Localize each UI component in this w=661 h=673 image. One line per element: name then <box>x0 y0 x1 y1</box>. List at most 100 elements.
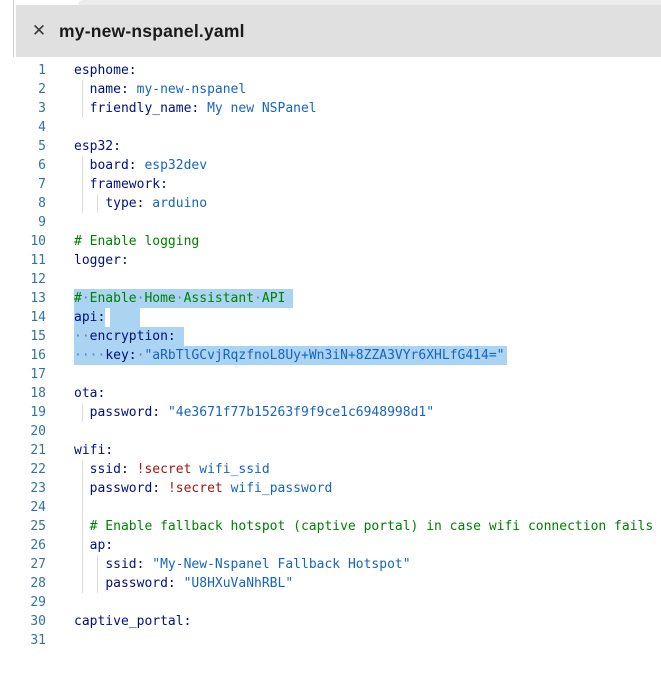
code-line[interactable]: 3 friendly_name: My new NSPanel <box>0 99 661 118</box>
token-k: esp32: <box>74 139 121 154</box>
token-p <box>74 538 90 553</box>
selection-extension <box>110 308 140 327</box>
token-k: encryption: <box>90 329 176 344</box>
code-text: logger: <box>74 251 129 270</box>
line-number: 22 <box>0 460 46 479</box>
code-lines-container: 1esphome:2 name: my-new-nspanel3 friendl… <box>0 61 661 650</box>
line-number: 24 <box>0 498 46 517</box>
token-c: API <box>262 291 285 306</box>
code-line[interactable]: 31 <box>0 631 661 650</box>
selection-extension <box>176 327 184 346</box>
token-p <box>74 82 90 97</box>
code-text: password: "4e3671f77b15263f9f9ce1c694899… <box>74 403 434 422</box>
token-w: · <box>82 291 90 306</box>
code-text: esp32: <box>74 137 121 156</box>
token-v: My new NSPanel <box>207 101 317 116</box>
token-r: !secret <box>137 462 192 477</box>
code-text-selected: ····key:·"aRbTlGCvjRqzfnoL8Uy+Wn3iN+8ZZA… <box>74 346 507 365</box>
line-number: 28 <box>0 574 46 593</box>
code-line[interactable]: 24 <box>0 498 661 517</box>
token-k: framework: <box>90 177 168 192</box>
line-number: 14 <box>0 308 46 327</box>
token-v: wifi_ssid <box>199 462 269 477</box>
token-v: arduino <box>152 196 207 211</box>
code-text: friendly_name: My new NSPanel <box>74 99 317 118</box>
token-w: ·· <box>74 329 90 344</box>
close-icon[interactable]: ✕ <box>26 21 52 41</box>
code-text: # Enable fallback hotspot (captive porta… <box>74 517 653 536</box>
token-p <box>74 557 105 572</box>
token-v: esp32dev <box>144 158 207 173</box>
code-line[interactable]: 28 password: "U8HXuVaNhRBL" <box>0 574 661 593</box>
line-number: 25 <box>0 517 46 536</box>
code-text: framework: <box>74 175 168 194</box>
line-number: 6 <box>0 156 46 175</box>
token-k: type: <box>105 196 144 211</box>
line-number: 20 <box>0 422 46 441</box>
line-number: 27 <box>0 555 46 574</box>
code-line[interactable]: 20 <box>0 422 661 441</box>
code-line[interactable]: 6 board: esp32dev <box>0 156 661 175</box>
token-w: · <box>254 291 262 306</box>
code-line[interactable]: 21 wifi: <box>0 441 661 460</box>
line-number: 9 <box>0 213 46 232</box>
code-text: type: arduino <box>74 194 207 213</box>
code-line[interactable]: 4 <box>0 118 661 137</box>
code-text-selected: ··encryption: <box>74 327 184 346</box>
code-line[interactable]: 29 <box>0 593 661 612</box>
token-v: wifi_password <box>231 481 333 496</box>
code-text: wifi: <box>74 441 113 460</box>
code-line[interactable]: 26 ap: <box>0 536 661 555</box>
token-p <box>160 405 168 420</box>
code-line[interactable]: 16····key:·"aRbTlGCvjRqzfnoL8Uy+Wn3iN+8Z… <box>0 346 661 365</box>
code-line[interactable]: 9 <box>0 213 661 232</box>
code-line[interactable]: 19 password: "4e3671f77b15263f9f9ce1c694… <box>0 403 661 422</box>
token-p <box>160 481 168 496</box>
token-k: key: <box>105 348 136 363</box>
token-c: # Enable fallback hotspot (captive porta… <box>90 519 654 534</box>
token-r: !secret <box>168 481 223 496</box>
code-line[interactable]: 11logger: <box>0 251 661 270</box>
code-line[interactable]: 8 type: arduino <box>0 194 661 213</box>
code-line[interactable]: 14 api: <box>0 308 661 327</box>
line-number: 18 <box>0 384 46 403</box>
selection-extension <box>285 289 293 308</box>
code-line[interactable]: 15 ··encryption: <box>0 327 661 346</box>
code-line[interactable]: 12 <box>0 270 661 289</box>
code-line[interactable]: 10# Enable logging <box>0 232 661 251</box>
code-line[interactable]: 2 name: my-new-nspanel <box>0 80 661 99</box>
token-w: · <box>176 291 184 306</box>
yaml-code-editor[interactable]: 1esphome:2 name: my-new-nspanel3 friendl… <box>0 57 661 673</box>
code-line[interactable]: 7 framework: <box>0 175 661 194</box>
token-c: Enable <box>90 291 137 306</box>
token-k: ap: <box>90 538 113 553</box>
code-line[interactable]: 18 ota: <box>0 384 661 403</box>
code-text: ap: <box>74 536 113 555</box>
code-line[interactable]: 27 ssid: "My-New-Nspanel Fallback Hotspo… <box>0 555 661 574</box>
line-number: 19 <box>0 403 46 422</box>
line-number: 29 <box>0 593 46 612</box>
code-text: name: my-new-nspanel <box>74 80 246 99</box>
token-k: ota: <box>74 386 105 401</box>
line-number: 21 <box>0 441 46 460</box>
selection-extension <box>504 346 507 365</box>
code-line[interactable]: 1esphome: <box>0 61 661 80</box>
token-p <box>129 82 137 97</box>
code-line[interactable]: 30captive_portal: <box>0 612 661 631</box>
token-p <box>74 196 105 211</box>
line-number: 15 <box>0 327 46 346</box>
token-w: ···· <box>74 348 105 363</box>
line-number: 5 <box>0 137 46 156</box>
code-line[interactable]: 23 password: !secret wifi_password <box>0 479 661 498</box>
code-line[interactable]: 25 # Enable fallback hotspot (captive po… <box>0 517 661 536</box>
token-s: "4e3671f77b15263f9f9ce1c6948998d1" <box>168 405 434 420</box>
code-line[interactable]: 5 esp32: <box>0 137 661 156</box>
code-line[interactable]: 17 <box>0 365 661 384</box>
code-line[interactable]: 13#·Enable·Home·Assistant·API <box>0 289 661 308</box>
line-number: 13 <box>0 289 46 308</box>
code-text: password: "U8HXuVaNhRBL" <box>74 574 293 593</box>
token-p <box>223 481 231 496</box>
token-k: esphome: <box>74 63 137 78</box>
token-k: api: <box>74 310 105 325</box>
code-line[interactable]: 22 ssid: !secret wifi_ssid <box>0 460 661 479</box>
